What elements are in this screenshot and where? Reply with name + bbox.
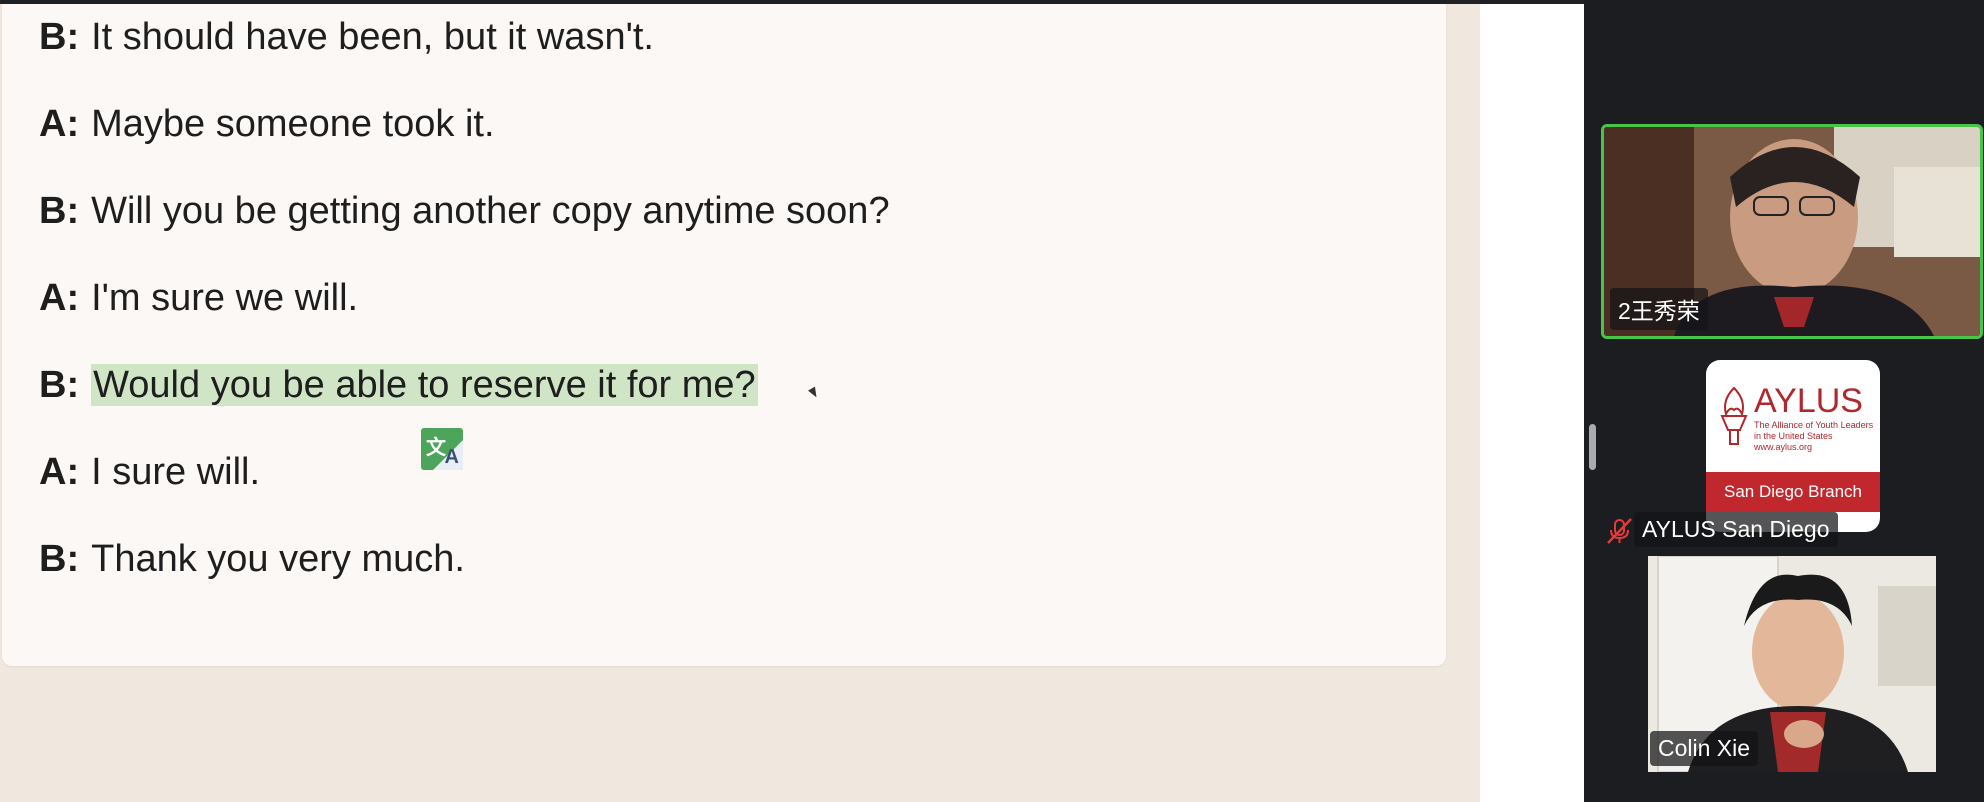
line-text[interactable]: I sure will. bbox=[91, 451, 260, 493]
participant-tile-active-speaker[interactable]: 2王秀荣 bbox=[1601, 124, 1983, 339]
speaker-label: B: bbox=[39, 16, 80, 58]
translate-glyph-cn: 文 bbox=[426, 437, 446, 459]
logo-branch: San Diego Branch bbox=[1706, 472, 1880, 512]
dialogue-line: B: Thank you very much. bbox=[39, 536, 465, 582]
participant-name: AYLUS San Diego bbox=[1634, 512, 1838, 547]
dialogue-line: A: I'm sure we will. bbox=[39, 275, 358, 321]
speaker-label: B: bbox=[39, 538, 80, 580]
speaker-label: B: bbox=[39, 364, 80, 406]
speaker-label: A: bbox=[39, 451, 80, 493]
dialogue-line: B: Will you be getting another copy anyti… bbox=[39, 188, 890, 234]
selected-text[interactable]: Would you be able to reserve it for me? bbox=[91, 364, 758, 406]
line-text[interactable]: Will you be getting another copy anytime… bbox=[91, 190, 889, 232]
microphone-muted-icon bbox=[1607, 518, 1632, 544]
line-text[interactable]: Thank you very much. bbox=[91, 538, 465, 580]
panel-resize-handle[interactable] bbox=[1589, 424, 1596, 470]
dialogue-line: A: Maybe someone took it. bbox=[39, 101, 495, 147]
dialogue-line: A: I sure will. bbox=[39, 449, 260, 495]
logo-brand: AYLUS bbox=[1754, 382, 1863, 420]
speaker-label: A: bbox=[39, 277, 80, 319]
translate-glyph-a: A bbox=[444, 446, 459, 468]
dialogue-line: B: It should have been, but it wasn't. bbox=[39, 14, 654, 60]
participant-name: Colin Xie bbox=[1650, 731, 1759, 766]
line-text[interactable]: Maybe someone took it. bbox=[91, 103, 494, 145]
logo-tagline-text: The Alliance of Youth Leaders in the Uni… bbox=[1754, 420, 1874, 441]
participant-tile[interactable]: Colin Xie bbox=[1648, 556, 1936, 772]
line-text[interactable]: I'm sure we will. bbox=[91, 277, 358, 319]
logo-url: www.aylus.org bbox=[1754, 442, 1813, 452]
speaker-label: A: bbox=[39, 103, 80, 145]
aylus-logo: AYLUS The Alliance of Youth Leaders in t… bbox=[1706, 360, 1880, 532]
dialogue-line: B: Would you be able to reserve it for me… bbox=[39, 362, 758, 408]
torch-icon bbox=[1720, 386, 1748, 445]
shared-screen: B: It should have been, but it wasn't. A:… bbox=[0, 4, 1584, 802]
logo-tagline: The Alliance of Youth Leaders in the Uni… bbox=[1754, 420, 1880, 453]
participant-name: 2王秀荣 bbox=[1610, 288, 1708, 330]
speaker-label: B: bbox=[39, 190, 80, 232]
dialogue-card: B: It should have been, but it wasn't. A:… bbox=[2, 4, 1446, 666]
translate-icon[interactable]: 文 A bbox=[421, 428, 463, 470]
line-text[interactable]: It should have been, but it wasn't. bbox=[91, 16, 654, 58]
